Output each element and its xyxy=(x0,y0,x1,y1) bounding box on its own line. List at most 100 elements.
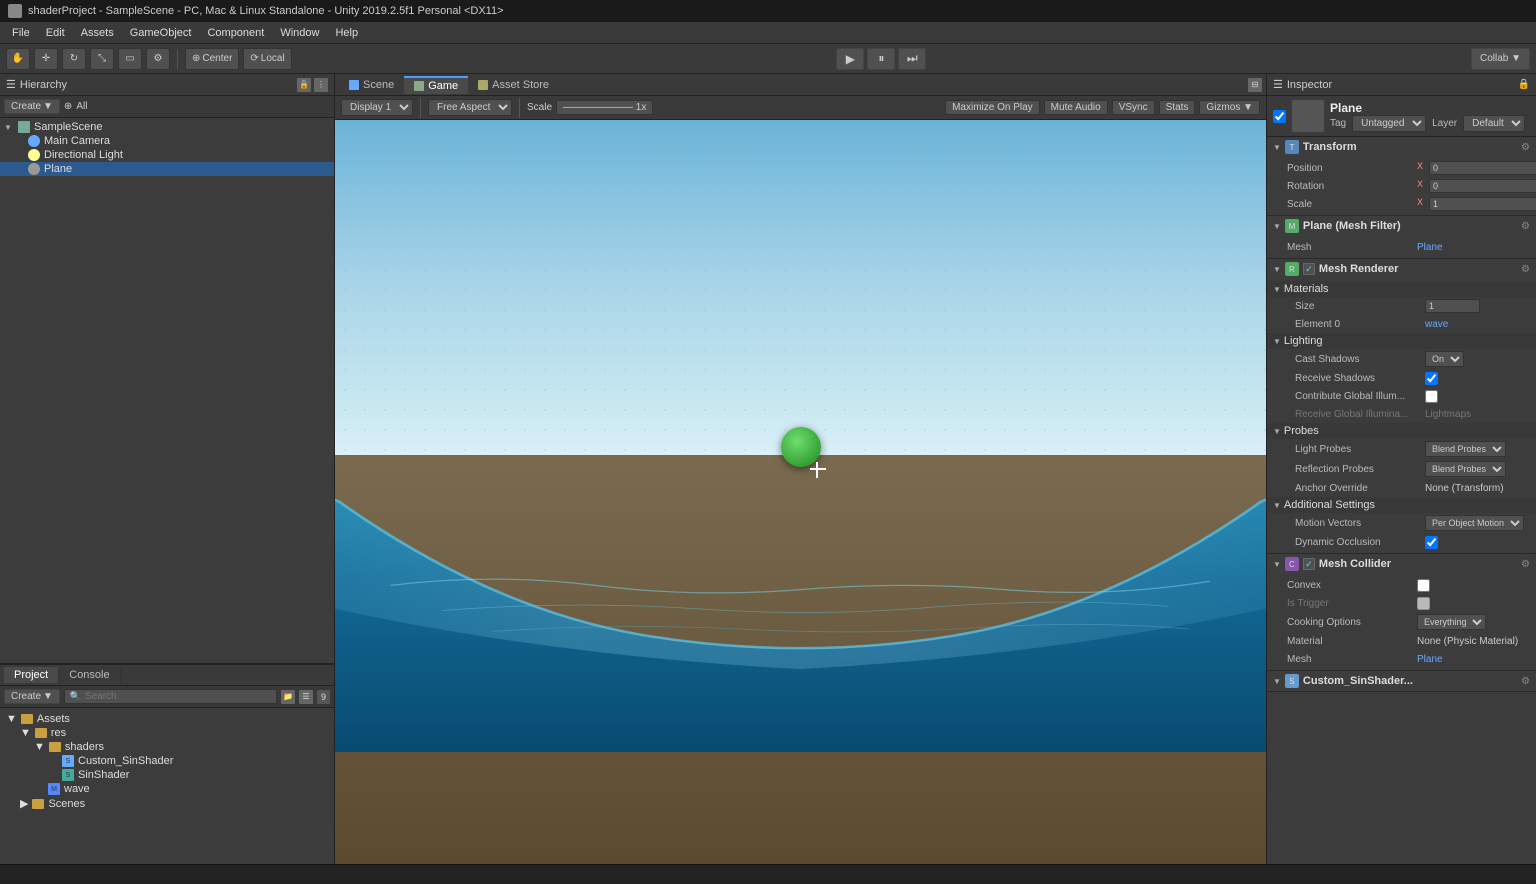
pos-x-label: X xyxy=(1417,161,1427,175)
tab-scene[interactable]: Scene xyxy=(339,77,404,93)
hierarchy-light-item[interactable]: Directional Light xyxy=(0,148,334,162)
convex-checkbox[interactable] xyxy=(1417,579,1430,592)
motion-vectors-select[interactable]: Per Object Motion xyxy=(1425,515,1524,531)
transform-settings-icon[interactable]: ⚙ xyxy=(1521,142,1530,153)
additional-settings-section-label: Additional Settings xyxy=(1284,499,1375,511)
project-tab-bar: Project Console xyxy=(0,664,334,686)
step-button[interactable]: ⏭ xyxy=(898,48,926,70)
hierarchy-plane-item[interactable]: Plane xyxy=(0,162,334,176)
mesh-filter-header[interactable]: ▼ M Plane (Mesh Filter) ⚙ xyxy=(1267,216,1536,236)
file-wave[interactable]: M wave xyxy=(32,782,330,796)
hierarchy-lock-icon[interactable]: 🔒 xyxy=(297,78,311,92)
play-button[interactable]: ▶ xyxy=(836,48,864,70)
menu-component[interactable]: Component xyxy=(199,25,272,41)
materials-size-label: Size xyxy=(1295,301,1425,312)
materials-size-input[interactable] xyxy=(1425,299,1480,313)
menu-edit[interactable]: Edit xyxy=(38,25,73,41)
viewport-collapse-icon[interactable]: ⊟ xyxy=(1248,78,1262,92)
mesh-collider-enabled-checkbox[interactable] xyxy=(1303,558,1315,570)
object-active-checkbox[interactable] xyxy=(1273,110,1286,123)
wave-label: wave xyxy=(64,783,90,795)
project-folder-icon[interactable]: 📁 xyxy=(281,690,295,704)
hierarchy-menu-icon[interactable]: ⋮ xyxy=(314,78,328,92)
scale-x-input[interactable] xyxy=(1429,197,1536,211)
title-text: shaderProject - SampleScene - PC, Mac & … xyxy=(28,5,504,17)
gizmos-button[interactable]: Gizmos ▼ xyxy=(1199,100,1260,115)
menu-help[interactable]: Help xyxy=(327,25,366,41)
probes-section-header[interactable]: ▼ Probes xyxy=(1267,423,1536,439)
display-select[interactable]: Display 1 xyxy=(341,99,413,116)
shader-settings-icon[interactable]: ⚙ xyxy=(1521,676,1530,687)
menu-window[interactable]: Window xyxy=(272,25,327,41)
local-button[interactable]: ⟳ Local xyxy=(243,48,291,70)
scale-slider[interactable]: ——————— 1x xyxy=(556,100,653,115)
center-button[interactable]: ⊕ Center xyxy=(185,48,239,70)
shader-header[interactable]: ▼ S Custom_SinShader... ⚙ xyxy=(1267,671,1536,691)
stats-button[interactable]: Stats xyxy=(1159,100,1196,115)
receive-shadows-checkbox[interactable] xyxy=(1425,372,1438,385)
transform-header[interactable]: ▼ T Transform ⚙ xyxy=(1267,137,1536,157)
materials-section-header[interactable]: ▼ Materials xyxy=(1267,281,1536,297)
tab-asset-store[interactable]: Asset Store xyxy=(468,77,559,93)
rotate-tool-button[interactable]: ↻ xyxy=(62,48,86,70)
transform-icon: T xyxy=(1285,140,1299,154)
dynamic-occlusion-checkbox[interactable] xyxy=(1425,536,1438,549)
mesh-filter-body: Mesh Plane xyxy=(1267,236,1536,258)
file-sinshader[interactable]: S SinShader xyxy=(46,768,330,782)
mute-audio-button[interactable]: Mute Audio xyxy=(1044,100,1108,115)
reflection-probes-select[interactable]: Blend Probes xyxy=(1425,461,1506,477)
mesh-filter-settings-icon[interactable]: ⚙ xyxy=(1521,221,1530,232)
menu-gameobject[interactable]: GameObject xyxy=(122,25,200,41)
transform-component: ▼ T Transform ⚙ Position X Y Z Rotation xyxy=(1267,137,1536,216)
search-container: 🔍 xyxy=(64,689,277,704)
folder-scenes[interactable]: ▶ Scenes xyxy=(18,796,330,811)
transform-tool-button[interactable]: ⚙ xyxy=(146,48,170,70)
file-custom-sinshader[interactable]: S Custom_SinShader xyxy=(46,754,330,768)
menu-assets[interactable]: Assets xyxy=(73,25,122,41)
tag-select[interactable]: Untagged xyxy=(1352,115,1426,132)
hierarchy-camera-item[interactable]: Main Camera xyxy=(0,134,334,148)
rot-x-input[interactable] xyxy=(1429,179,1536,193)
scale-tool-button[interactable]: ⤡ xyxy=(90,48,114,70)
tab-game[interactable]: Game xyxy=(404,76,468,94)
move-tool-button[interactable]: ✛ xyxy=(34,48,58,70)
collab-button[interactable]: Collab ▼ xyxy=(1471,48,1530,70)
mesh-collider-header[interactable]: ▼ C Mesh Collider ⚙ xyxy=(1267,554,1536,574)
shader-component: ▼ S Custom_SinShader... ⚙ xyxy=(1267,671,1536,692)
rect-tool-button[interactable]: ▭ xyxy=(118,48,142,70)
transform-title: Transform xyxy=(1303,141,1517,153)
vsync-button[interactable]: VSync xyxy=(1112,100,1155,115)
is-trigger-label: Is Trigger xyxy=(1287,598,1417,609)
shaders-folder-icon xyxy=(49,742,61,752)
lighting-section-header[interactable]: ▼ Lighting xyxy=(1267,333,1536,349)
mesh-renderer-header[interactable]: ▼ R Mesh Renderer ⚙ xyxy=(1267,259,1536,279)
project-filter-icon[interactable]: ☰ xyxy=(299,690,313,704)
folder-shaders[interactable]: ▼ shaders xyxy=(32,740,330,754)
tab-console[interactable]: Console xyxy=(59,667,120,683)
maximize-on-play-button[interactable]: Maximize On Play xyxy=(945,100,1040,115)
layer-select[interactable]: Default xyxy=(1463,115,1525,132)
hierarchy-create-button[interactable]: Create ▼ xyxy=(4,99,60,114)
inspector-lock-icon[interactable]: 🔒 xyxy=(1518,79,1530,90)
folder-assets[interactable]: ▼ Assets xyxy=(4,712,330,726)
layer-label: Layer xyxy=(1432,118,1457,129)
tab-project[interactable]: Project xyxy=(4,667,59,683)
cooking-options-select[interactable]: Everything xyxy=(1417,614,1486,630)
cast-shadows-select[interactable]: On xyxy=(1425,351,1464,367)
mesh-collider-settings-icon[interactable]: ⚙ xyxy=(1521,559,1530,570)
menu-file[interactable]: File xyxy=(4,25,38,41)
title-bar: shaderProject - SampleScene - PC, Mac & … xyxy=(0,0,1536,22)
hand-tool-button[interactable]: ✋ xyxy=(6,48,30,70)
project-search-input[interactable] xyxy=(64,689,277,704)
additional-settings-section-header[interactable]: ▼ Additional Settings xyxy=(1267,497,1536,513)
light-probes-select[interactable]: Blend Probes xyxy=(1425,441,1506,457)
pause-button[interactable]: ⏸ xyxy=(867,48,895,70)
scene-root-item[interactable]: ▼ SampleScene xyxy=(0,120,334,134)
folder-res[interactable]: ▼ res xyxy=(18,726,330,740)
mesh-renderer-settings-icon[interactable]: ⚙ xyxy=(1521,264,1530,275)
mesh-renderer-enabled-checkbox[interactable] xyxy=(1303,263,1315,275)
pos-x-input[interactable] xyxy=(1429,161,1536,175)
contribute-gi-checkbox[interactable] xyxy=(1425,390,1438,403)
project-create-button[interactable]: Create ▼ xyxy=(4,689,60,704)
aspect-select[interactable]: Free Aspect xyxy=(428,99,512,116)
